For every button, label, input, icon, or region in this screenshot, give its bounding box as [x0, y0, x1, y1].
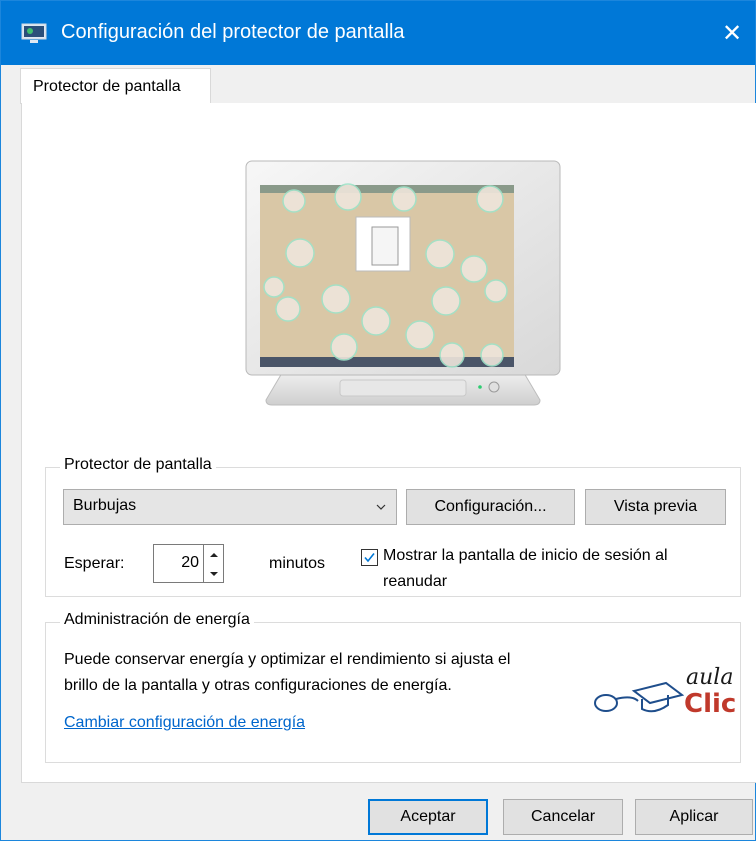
stepper-down-button[interactable] — [204, 565, 223, 583]
power-description-line1: Puede conservar energía y optimizar el r… — [64, 651, 511, 668]
power-description-line2: brillo de la pantalla y otras configurac… — [64, 677, 452, 694]
title-bar: Configuración del protector de pantalla … — [1, 1, 755, 65]
change-power-settings-link[interactable]: Cambiar configuración de energía — [64, 714, 305, 732]
tab-panel: Protector de pantalla Burbujas Configura… — [21, 103, 756, 783]
apply-button[interactable]: Aplicar — [635, 799, 753, 835]
wait-minutes-input[interactable]: 20 — [153, 544, 204, 583]
close-icon: ✕ — [721, 19, 743, 47]
screensaver-settings-window: Configuración del protector de pantalla … — [0, 0, 756, 841]
ok-button[interactable]: Aceptar — [368, 799, 488, 835]
monitor-icon — [21, 23, 47, 43]
wait-label: Esperar: — [64, 555, 125, 572]
wait-minutes-stepper — [204, 544, 224, 583]
screensaver-select-value: Burbujas — [73, 497, 137, 514]
chevron-down-icon — [209, 572, 218, 576]
logo-text-clic: Clic — [684, 689, 737, 719]
chevron-up-icon — [209, 553, 218, 557]
monitor-preview — [245, 160, 561, 406]
show-logon-label-line2: reanudar — [383, 573, 448, 590]
close-button[interactable]: ✕ — [709, 1, 755, 65]
stepper-up-button[interactable] — [204, 546, 223, 564]
settings-button[interactable]: Configuración... — [406, 489, 575, 525]
preview-button[interactable]: Vista previa — [585, 489, 726, 525]
power-group-label: Administración de energía — [60, 611, 254, 629]
window-title: Configuración del protector de pantalla — [61, 21, 405, 43]
tab-screensaver[interactable]: Protector de pantalla — [20, 68, 211, 104]
show-logon-checkbox[interactable] — [361, 549, 378, 566]
checkmark-icon — [364, 553, 375, 563]
screensaver-group-label: Protector de pantalla — [60, 456, 216, 474]
screensaver-select[interactable]: Burbujas — [63, 489, 397, 525]
chevron-down-icon — [376, 504, 386, 510]
minutes-label: minutos — [269, 555, 326, 572]
show-logon-label-line1: Mostrar la pantalla de inicio de sesión … — [383, 547, 668, 564]
cancel-button[interactable]: Cancelar — [503, 799, 623, 835]
aulaclic-logo: aula Clic — [592, 665, 742, 725]
logo-text-aula: aula — [686, 665, 734, 690]
graduation-cap-mouse-icon — [594, 681, 684, 713]
